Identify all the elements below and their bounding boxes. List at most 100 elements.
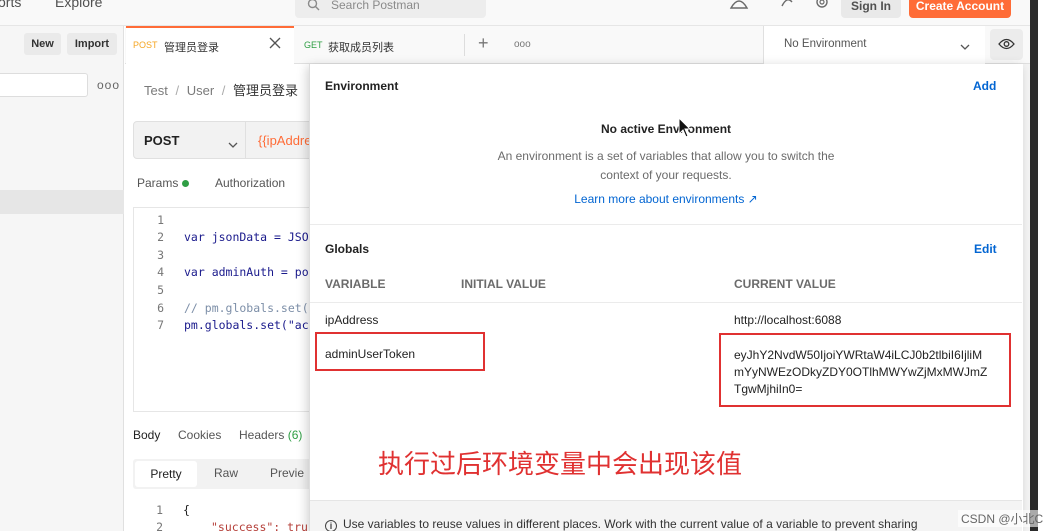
tab-admin-login[interactable]: POST 管理员登录 [126,26,294,64]
code-comment: // pm.globals.set( [184,301,309,315]
line-number: 5 [157,283,164,297]
tab-headers-label: Headers [239,428,285,442]
description-line: An environment is a set of variables tha… [497,149,835,163]
create-account-button[interactable]: Create Account [909,0,1011,18]
global-search[interactable]: Search Postman [295,0,486,18]
tab-member-list[interactable]: GET 获取成员列表 [295,26,465,64]
tab-method: POST [133,40,158,50]
column-header-variable: VARIABLE [325,277,386,291]
chevron-down-icon [960,40,970,54]
line-number: 2 [156,520,163,531]
method-select[interactable]: POST [133,121,246,159]
tab-params-label: Params [137,176,179,190]
tab-title: 管理员登录 [164,42,219,54]
description-line: context of your requests. [600,168,732,182]
code-text: pm.globals.set("ac [184,318,309,332]
headers-count-badge: (6) [287,428,303,442]
mouse-cursor-icon [678,116,692,142]
gear-icon[interactable] [811,0,833,16]
line-number: 6 [157,301,164,315]
variable-name: ipAddress [325,313,379,327]
window-outside [1038,0,1061,531]
highlight-box-variable [315,332,485,371]
nav-link-explore[interactable]: Explore [55,0,102,10]
code-line: 4 var adminAuth = po [134,265,309,279]
sidebar-more-icon[interactable]: ooo [97,78,120,92]
column-header-initial-value: INITIAL VALUE [461,277,546,291]
add-environment-button[interactable]: Add [973,79,996,93]
line-number: 2 [157,230,164,244]
tabs-more-icon[interactable]: ooo [514,39,531,50]
method-value: POST [144,133,180,148]
table-header-divider [310,302,1022,303]
url-input[interactable]: {{ipAddre [246,121,316,159]
tab-title: 获取成员列表 [328,42,394,54]
import-button[interactable]: Import [67,33,117,55]
watermark: CSDN @小北C [958,510,1047,527]
sidebar-selected-item[interactable] [0,190,124,214]
tab-params[interactable]: Params [137,176,190,190]
breadcrumb-separator: / [221,83,226,98]
environment-selector[interactable]: No Environment [763,26,985,64]
tab-method: GET [304,40,323,50]
nav-link-reports[interactable]: orts [0,0,21,10]
environment-quick-look-button[interactable] [990,29,1023,60]
sign-in-button[interactable]: Sign In [841,0,901,18]
close-icon[interactable] [268,36,282,53]
learn-more-link[interactable]: Learn more about environments ↗ [310,192,1022,206]
new-button[interactable]: New [24,33,61,55]
search-icon [307,0,320,14]
sync-icon[interactable] [776,0,798,16]
code-line: 6 // pm.globals.set( [134,301,309,315]
line-number: 7 [157,318,164,332]
breadcrumb-request: 管理员登录 [233,83,299,98]
line-number: 1 [157,213,164,227]
environment-heading: Environment [325,79,399,93]
eye-icon [998,38,1015,53]
status-dot [182,180,190,187]
breadcrumb-separator: / [175,83,180,98]
response-line: 1{ [133,503,190,517]
code-text: var jsonData = JSO [184,230,309,244]
line-number: 4 [157,265,164,279]
line-number: 1 [156,503,163,517]
postman-window: orts Explore Search Postman Sign In Crea… [0,0,1061,531]
window-edge [1030,0,1038,531]
column-header-current-value: CURRENT VALUE [734,277,836,291]
sidebar [0,26,124,531]
code-line: 3 [134,248,164,262]
edit-globals-button[interactable]: Edit [974,242,997,256]
breadcrumb-collection[interactable]: Test [144,83,168,98]
script-editor[interactable]: 1 2 var jsonData = JSO 3 4 var adminAuth =… [133,207,313,412]
code-line: 5 [134,283,164,297]
annotation-text: 执行过后环境变量中会出现该值 [378,450,743,480]
response-line: 2 "success": tru [133,520,308,531]
info-icon: i [325,520,337,531]
view-raw-button[interactable]: Raw [214,466,238,480]
environment-selector-value: No Environment [784,38,867,50]
highlight-box-value [719,333,1011,407]
satellite-icon[interactable] [728,0,750,16]
sidebar-filter-input[interactable] [0,73,88,97]
response-text: { [183,503,190,517]
code-text: var adminAuth = po [184,265,309,279]
variable-current-value: http://localhost:6088 [734,313,842,327]
divider [310,224,1022,225]
code-line: 7 pm.globals.set("ac [134,318,309,332]
view-pretty-button[interactable]: Pretty [135,461,197,487]
view-preview-button[interactable]: Previe [270,466,304,480]
breadcrumb-folder[interactable]: User [187,83,214,98]
search-placeholder: Search Postman [331,0,420,12]
breadcrumb: Test / User / 管理员登录 [144,80,298,99]
new-tab-button[interactable]: + [478,33,489,54]
footer-hint: i Use variables to reuse values in differ… [325,517,918,531]
no-active-environment-title: No active Environment [600,122,732,136]
tab-response-headers[interactable]: Headers (6) [239,428,302,442]
tab-divider [464,34,465,56]
tab-authorization[interactable]: Authorization [215,176,285,190]
tab-response-cookies[interactable]: Cookies [178,428,221,442]
response-text: "success": tru [211,520,308,531]
tab-response-body[interactable]: Body [133,428,160,442]
globals-heading: Globals [325,242,370,256]
chevron-down-icon [228,137,238,152]
